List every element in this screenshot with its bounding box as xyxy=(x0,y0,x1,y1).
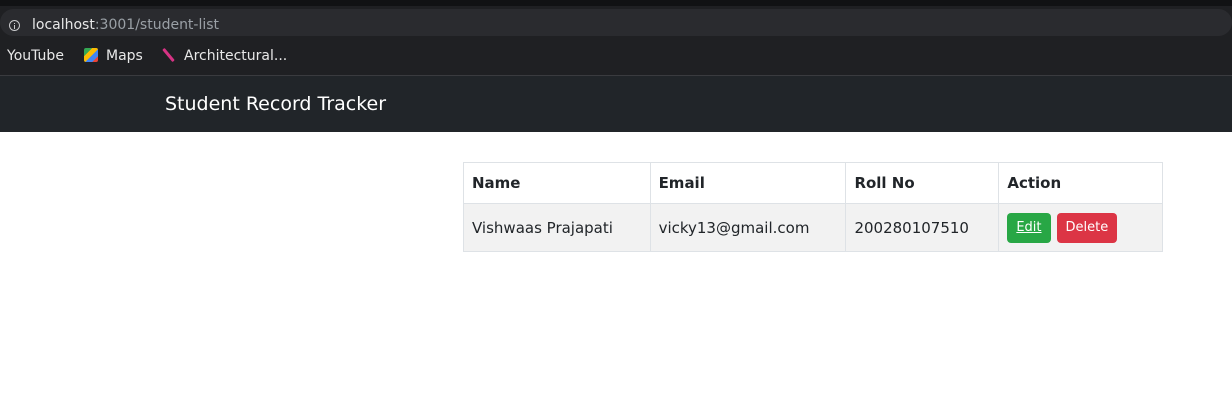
maps-icon xyxy=(84,48,98,62)
column-header-roll-no: Roll No xyxy=(845,162,1000,204)
bookmark-label: YouTube xyxy=(7,48,64,64)
info-icon[interactable] xyxy=(9,20,20,31)
delete-button[interactable]: Delete xyxy=(1056,212,1118,243)
table-row: Vishwaas Prajapati vicky13@gmail.com 200… xyxy=(463,203,1163,252)
url-text[interactable]: localhost:3001/student-list xyxy=(32,17,219,33)
address-field[interactable]: localhost:3001/student-list xyxy=(0,9,1232,36)
url-path: :3001/student-list xyxy=(94,17,220,33)
student-name-cell: Vishwaas Prajapati xyxy=(463,203,651,252)
student-action-cell: Edit Delete xyxy=(998,203,1163,252)
column-header-name: Name xyxy=(463,162,651,204)
address-bar: localhost:3001/student-list xyxy=(0,6,1232,39)
bookmark-youtube[interactable]: YouTube xyxy=(7,48,64,64)
student-roll-no-cell: 200280107510 xyxy=(845,203,1000,252)
architecture-icon xyxy=(161,48,175,62)
url-host: localhost xyxy=(32,17,95,33)
bookmarks-bar: YouTube Maps Architectural... xyxy=(0,39,1232,76)
navbar-brand[interactable]: Student Record Tracker xyxy=(165,92,386,116)
bookmark-label: Architectural... xyxy=(184,48,288,64)
navbar: Student Record Tracker xyxy=(0,76,1232,132)
student-table: Name Email Roll No Action Vishwaas Praja… xyxy=(463,162,1163,252)
edit-button[interactable]: Edit xyxy=(1007,212,1051,243)
bookmark-maps[interactable]: Maps xyxy=(84,48,143,64)
column-header-email: Email xyxy=(649,162,847,204)
student-email-cell: vicky13@gmail.com xyxy=(649,203,847,252)
bookmark-label: Maps xyxy=(106,48,143,64)
table-header-row: Name Email Roll No Action xyxy=(463,162,1163,204)
column-header-action: Action xyxy=(998,162,1163,204)
bookmark-architectural[interactable]: Architectural... xyxy=(161,48,287,64)
